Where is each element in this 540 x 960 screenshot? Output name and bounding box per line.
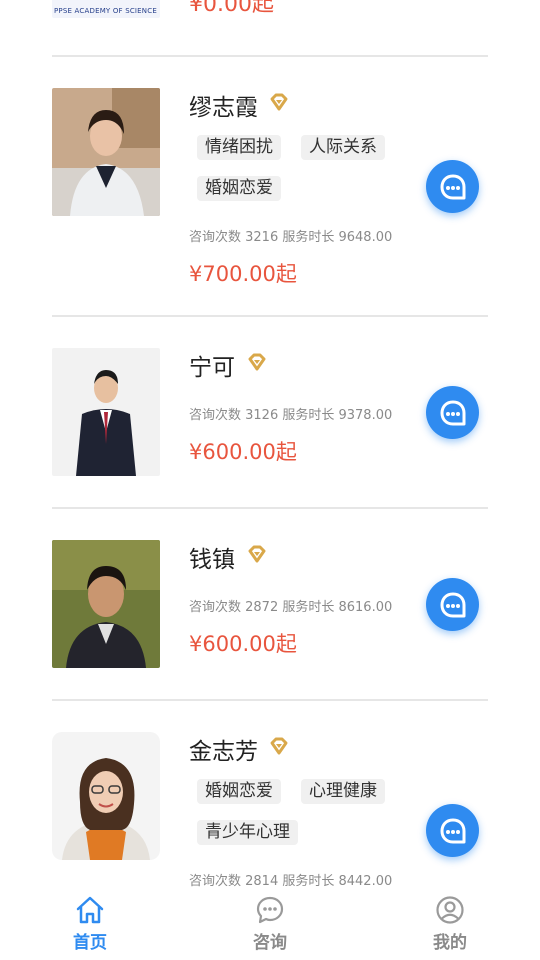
divider: [52, 699, 488, 701]
divider: [52, 507, 488, 509]
counselor-card[interactable]: 宁可 咨询次数 3126 服务时长 9378.00 ¥600.00起: [0, 348, 540, 508]
diamond-badge-icon: [248, 353, 266, 371]
counselor-stats: 咨询次数 2814 服务时长 8442.00: [189, 874, 393, 889]
consult-button[interactable]: [426, 386, 479, 439]
avatar: [52, 88, 160, 216]
tag: 婚姻恋爱: [197, 176, 281, 201]
tag: 青少年心理: [197, 820, 298, 845]
profile-icon: [436, 896, 464, 924]
avatar: [52, 540, 160, 668]
tab-profile[interactable]: 我的: [410, 890, 490, 960]
consult-button[interactable]: [426, 160, 479, 213]
diamond-badge-icon: [270, 93, 288, 111]
counselor-stats: 咨询次数 3216 服务时长 9648.00: [189, 230, 393, 245]
chat-icon: [440, 174, 465, 199]
tab-home[interactable]: 首页: [50, 890, 130, 960]
counselor-stats: 咨询次数 3126 服务时长 9378.00: [189, 408, 393, 423]
tab-home-label: 首页: [73, 933, 107, 953]
bottom-tab-bar: 首页 咨询 我的: [0, 890, 540, 960]
chat-icon: [440, 592, 465, 617]
avatar: [52, 732, 160, 860]
diamond-badge-icon: [270, 737, 288, 755]
academy-logo: PPSE ACADEMY OF SCIENCE: [52, 0, 160, 18]
diamond-badge-icon: [248, 545, 266, 563]
counselor-card[interactable]: 缪志霞 情绪困扰 人际关系 婚姻恋爱 咨询次数 3216 服务时长 9648.0…: [0, 88, 540, 318]
counselor-name: 宁可: [189, 355, 235, 381]
avatar: [52, 348, 160, 476]
tab-profile-label: 我的: [433, 933, 467, 953]
chat-bubble-icon: [256, 896, 284, 924]
chat-icon: [440, 818, 465, 843]
counselor-name: 缪志霞: [189, 95, 258, 121]
divider: [52, 55, 488, 57]
tag: 情绪困扰: [197, 135, 281, 160]
price-label: ¥600.00起: [189, 440, 297, 464]
partial-counselor-card[interactable]: PPSE ACADEMY OF SCIENCE ¥0.00起: [0, 0, 540, 57]
counselor-name: 钱镇: [189, 547, 235, 573]
counselor-stats: 咨询次数 2872 服务时长 8616.00: [189, 600, 393, 615]
price-label: ¥600.00起: [189, 632, 297, 656]
tag: 婚姻恋爱: [197, 779, 281, 804]
chat-icon: [440, 400, 465, 425]
price-label: ¥700.00起: [189, 262, 297, 286]
academy-logo-text: PPSE ACADEMY OF SCIENCE: [54, 7, 157, 15]
consult-button[interactable]: [426, 804, 479, 857]
tab-consult[interactable]: 咨询: [230, 890, 310, 960]
consult-button[interactable]: [426, 578, 479, 631]
home-icon: [76, 896, 104, 924]
counselor-card[interactable]: 金志芳 婚姻恋爱 心理健康 青少年心理 咨询次数 2814 服务时长 8442.…: [0, 732, 540, 890]
counselor-card[interactable]: 钱镇 咨询次数 2872 服务时长 8616.00 ¥600.00起: [0, 540, 540, 700]
counselor-name: 金志芳: [189, 739, 258, 765]
tag: 心理健康: [301, 779, 385, 804]
price-label: ¥0.00起: [189, 0, 274, 17]
divider: [52, 315, 488, 317]
tab-consult-label: 咨询: [253, 933, 287, 953]
tag: 人际关系: [301, 135, 385, 160]
